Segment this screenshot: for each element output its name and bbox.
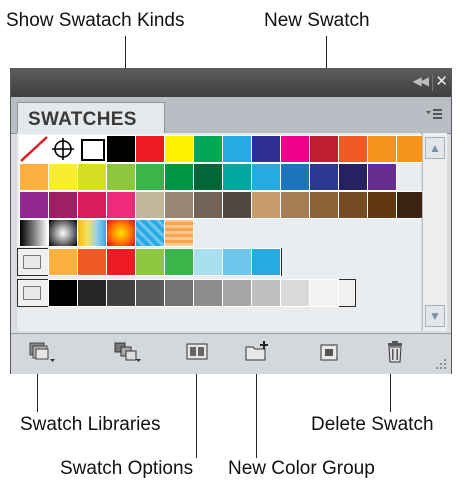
swatch-gradient[interactable]: [19, 219, 49, 247]
swatch[interactable]: [106, 135, 136, 163]
swatch[interactable]: [222, 135, 252, 163]
titlebar-divider: [432, 75, 433, 91]
scroll-down-button[interactable]: ▼: [425, 305, 445, 327]
swatch[interactable]: [106, 163, 136, 191]
swatch[interactable]: [309, 163, 339, 191]
leader-swatch-options: [196, 360, 197, 458]
swatch[interactable]: [367, 191, 397, 219]
swatch-gradient[interactable]: [48, 219, 78, 247]
callout-swatch-libraries: Swatch Libraries: [20, 414, 161, 435]
scroll-up-button[interactable]: ▲: [425, 137, 445, 159]
swatch[interactable]: [106, 191, 136, 219]
swatch-gradient[interactable]: [135, 219, 165, 247]
callout-new-color-group: New Color Group: [228, 458, 375, 479]
swatch[interactable]: [193, 279, 223, 307]
swatch[interactable]: [251, 163, 281, 191]
swatch[interactable]: [135, 279, 165, 307]
swatch[interactable]: [19, 163, 49, 191]
callout-new-swatch: New Swatch: [264, 10, 370, 31]
swatch[interactable]: [193, 163, 223, 191]
swatch-none[interactable]: [19, 135, 49, 163]
double-chevron-left-icon[interactable]: ◀◀: [413, 74, 430, 88]
swatch[interactable]: [164, 191, 194, 219]
close-icon[interactable]: ✕: [435, 72, 448, 90]
folder-icon: [23, 286, 41, 300]
swatch[interactable]: [135, 163, 165, 191]
swatch[interactable]: [48, 191, 78, 219]
swatch[interactable]: [309, 279, 339, 307]
callout-swatch-options: Swatch Options: [60, 458, 194, 479]
swatch[interactable]: [77, 135, 107, 163]
swatch[interactable]: [222, 248, 252, 276]
swatches-panel: ◀◀ ✕ SWATCHES ▲ ▼: [10, 68, 452, 374]
swatch[interactable]: [48, 248, 78, 276]
swatch[interactable]: [135, 191, 165, 219]
swatch-grid: [17, 133, 426, 331]
leader-new-color-group: [256, 360, 257, 458]
swatch[interactable]: [251, 248, 281, 276]
swatch[interactable]: [193, 191, 223, 219]
swatch[interactable]: [309, 191, 339, 219]
swatch[interactable]: [48, 279, 78, 307]
swatch[interactable]: [193, 248, 223, 276]
swatch-gradient[interactable]: [77, 219, 107, 247]
show-swatch-kinds-icon[interactable]: [113, 340, 141, 364]
callout-show-swatch-kinds: Show Swatach Kinds: [6, 10, 185, 31]
swatch-gradient[interactable]: [164, 219, 194, 247]
swatch[interactable]: [222, 163, 252, 191]
swatch[interactable]: [222, 279, 252, 307]
swatch[interactable]: [280, 163, 310, 191]
swatch[interactable]: [164, 135, 194, 163]
vertical-scrollbar[interactable]: ▲ ▼: [422, 133, 447, 331]
tab-row: SWATCHES: [11, 97, 451, 134]
swatch[interactable]: [280, 191, 310, 219]
swatch[interactable]: [164, 248, 194, 276]
swatch[interactable]: [77, 279, 107, 307]
callout-delete-swatch: Delete Swatch: [311, 414, 434, 435]
swatch[interactable]: [251, 135, 281, 163]
swatch[interactable]: [77, 163, 107, 191]
swatch[interactable]: [338, 191, 368, 219]
resize-grip-icon[interactable]: [433, 356, 447, 370]
swatch[interactable]: [338, 163, 368, 191]
folder-icon: [23, 255, 41, 269]
tab-swatches-label: SWATCHES: [28, 109, 137, 130]
trash-icon[interactable]: [381, 340, 409, 364]
swatch-gradient[interactable]: [106, 219, 136, 247]
swatch-libraries-icon[interactable]: [27, 340, 55, 364]
swatch[interactable]: [280, 135, 310, 163]
panel-titlebar[interactable]: ◀◀ ✕: [11, 69, 451, 97]
swatch[interactable]: [77, 191, 107, 219]
swatch[interactable]: [48, 163, 78, 191]
swatch[interactable]: [19, 191, 49, 219]
swatch[interactable]: [251, 191, 281, 219]
panel-toolbar: [11, 333, 451, 374]
swatch[interactable]: [135, 248, 165, 276]
swatch[interactable]: [164, 163, 194, 191]
swatch-options-icon[interactable]: [183, 340, 211, 364]
swatch[interactable]: [106, 279, 136, 307]
swatch[interactable]: [280, 279, 310, 307]
swatch[interactable]: [106, 248, 136, 276]
swatch[interactable]: [367, 135, 397, 163]
new-swatch-icon[interactable]: [315, 340, 343, 364]
swatch[interactable]: [309, 135, 339, 163]
swatch[interactable]: [164, 279, 194, 307]
swatch[interactable]: [77, 248, 107, 276]
swatch[interactable]: [222, 191, 252, 219]
panel-menu-icon[interactable]: [425, 105, 443, 123]
swatch-registration[interactable]: [48, 135, 78, 163]
new-color-group-icon[interactable]: [243, 340, 271, 364]
swatch[interactable]: [135, 135, 165, 163]
swatch[interactable]: [251, 279, 281, 307]
swatch[interactable]: [367, 163, 397, 191]
swatch[interactable]: [338, 135, 368, 163]
swatch[interactable]: [193, 135, 223, 163]
tab-swatches[interactable]: SWATCHES: [17, 102, 165, 133]
